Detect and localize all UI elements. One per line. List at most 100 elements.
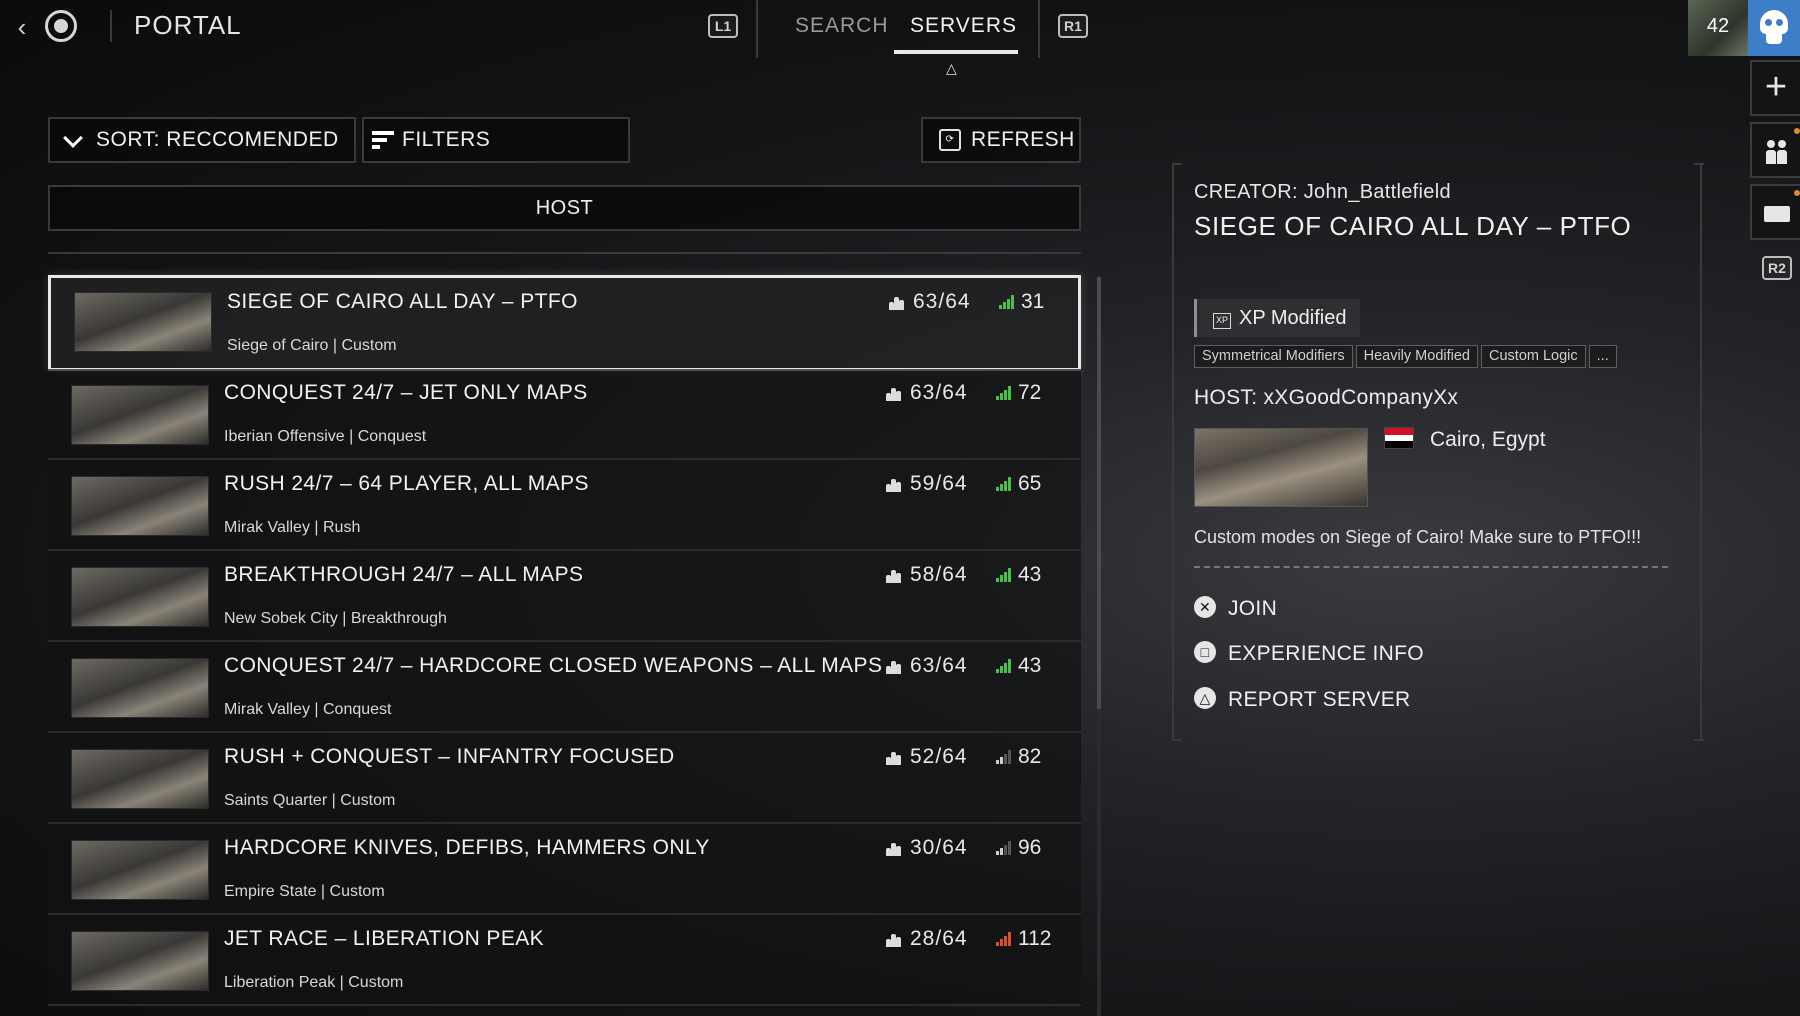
players-icon bbox=[886, 842, 901, 856]
filters-button[interactable]: FILTERS bbox=[362, 117, 630, 163]
players-icon bbox=[889, 296, 904, 310]
dashed-divider bbox=[1194, 566, 1668, 568]
ping-icon bbox=[996, 932, 1011, 946]
sort-dropdown[interactable]: SORT: RECCOMENDED bbox=[48, 117, 356, 163]
sort-label: SORT: RECCOMENDED bbox=[96, 128, 339, 151]
players-icon bbox=[886, 751, 901, 765]
more-tags[interactable]: ... bbox=[1588, 345, 1617, 368]
player-count: 63/64 bbox=[913, 290, 971, 313]
server-list: SIEGE OF CAIRO ALL DAY – PTFO Siege of C… bbox=[48, 275, 1081, 1006]
server-map-mode: Liberation Peak | Custom bbox=[224, 974, 404, 991]
caret-up-icon: △ bbox=[946, 60, 957, 76]
ping-icon bbox=[996, 659, 1011, 673]
ping-icon bbox=[996, 568, 1011, 582]
server-location: Cairo, Egypt bbox=[1430, 428, 1546, 451]
experience-info-action[interactable]: □ EXPERIENCE INFO bbox=[1194, 641, 1424, 666]
friends-button[interactable] bbox=[1750, 122, 1800, 178]
server-thumbnail bbox=[71, 385, 209, 445]
server-name: SIEGE OF CAIRO ALL DAY – PTFO bbox=[227, 290, 578, 313]
tab-divider bbox=[1038, 0, 1040, 58]
triangle-button-icon: △ bbox=[1194, 687, 1216, 709]
server-map-mode: Iberian Offensive | Conquest bbox=[224, 428, 427, 445]
server-row[interactable]: RUSH + CONQUEST – INFANTRY FOCUSED Saint… bbox=[48, 733, 1081, 824]
join-label: JOIN bbox=[1228, 597, 1278, 620]
player-count: 52/64 bbox=[910, 745, 968, 768]
server-map-mode: Saints Quarter | Custom bbox=[224, 792, 396, 809]
server-name: HARDCORE KNIVES, DEFIBS, HAMMERS ONLY bbox=[224, 836, 710, 859]
server-name: CONQUEST 24/7 – HARDCORE CLOSED WEAPONS … bbox=[224, 654, 883, 677]
refresh-label: REFRESH bbox=[971, 128, 1075, 151]
cross-button-icon: ✕ bbox=[1194, 596, 1216, 618]
server-name: JET RACE – LIBERATION PEAK bbox=[224, 927, 545, 950]
server-thumbnail bbox=[71, 749, 209, 809]
players-icon bbox=[886, 569, 901, 583]
server-row[interactable]: SIEGE OF CAIRO ALL DAY – PTFO Siege of C… bbox=[48, 275, 1081, 371]
server-thumbnail bbox=[71, 840, 209, 900]
ping-value: 72 bbox=[1018, 381, 1042, 404]
experience-info-label: EXPERIENCE INFO bbox=[1228, 642, 1424, 665]
refresh-button[interactable]: ⟳ REFRESH bbox=[921, 117, 1081, 163]
notification-dot bbox=[1794, 128, 1800, 134]
ping-icon bbox=[999, 295, 1014, 309]
server-thumbnail bbox=[71, 476, 209, 536]
scrollbar-thumb[interactable] bbox=[1097, 277, 1101, 709]
server-map-mode: Mirak Valley | Rush bbox=[224, 519, 361, 536]
r1-button-icon[interactable]: R1 bbox=[1058, 14, 1088, 38]
tab-search[interactable]: SEARCH bbox=[795, 14, 889, 38]
server-row[interactable]: RUSH 24/7 – 64 PLAYER, ALL MAPS Mirak Va… bbox=[48, 460, 1081, 551]
active-tab-indicator bbox=[894, 50, 1018, 54]
report-server-label: REPORT SERVER bbox=[1228, 688, 1411, 711]
divider bbox=[110, 10, 112, 42]
l1-button-icon[interactable]: L1 bbox=[708, 14, 738, 38]
players-icon bbox=[886, 933, 901, 947]
server-thumbnail bbox=[74, 292, 212, 352]
modifier-tags: Symmetrical Modifiers Heavily Modified C… bbox=[1194, 345, 1617, 368]
server-thumbnail bbox=[71, 658, 209, 718]
tab-divider bbox=[756, 0, 758, 58]
server-description: Custom modes on Siege of Cairo! Make sur… bbox=[1194, 527, 1642, 547]
xp-icon: XP bbox=[1213, 313, 1231, 329]
back-button[interactable]: ‹ bbox=[8, 12, 36, 42]
server-name: CONQUEST 24/7 – JET ONLY MAPS bbox=[224, 381, 588, 404]
players-icon bbox=[886, 387, 901, 401]
tab-servers[interactable]: SERVERS bbox=[910, 14, 1017, 38]
player-count: 58/64 bbox=[910, 563, 968, 586]
ping-value: 65 bbox=[1018, 472, 1042, 495]
friends-icon bbox=[1766, 140, 1788, 164]
egypt-flag-icon bbox=[1384, 427, 1414, 449]
creator-label: CREATOR: John_Battlefield bbox=[1194, 181, 1451, 203]
xp-modified-tag: XP XP Modified bbox=[1194, 299, 1361, 337]
square-button-icon: □ bbox=[1194, 641, 1216, 663]
ping-value: 31 bbox=[1021, 290, 1045, 313]
ping-value: 96 bbox=[1018, 836, 1042, 859]
server-name: RUSH 24/7 – 64 PLAYER, ALL MAPS bbox=[224, 472, 589, 495]
r2-button-icon[interactable]: R2 bbox=[1762, 256, 1792, 280]
server-row[interactable]: BREAKTHROUGH 24/7 – ALL MAPS New Sobek C… bbox=[48, 551, 1081, 642]
report-server-action[interactable]: △ REPORT SERVER bbox=[1194, 687, 1410, 712]
ping-value: 43 bbox=[1018, 654, 1042, 677]
messages-button[interactable] bbox=[1750, 184, 1800, 240]
server-name: RUSH + CONQUEST – INFANTRY FOCUSED bbox=[224, 745, 675, 768]
modifier-tag: Symmetrical Modifiers bbox=[1194, 345, 1353, 368]
profile-avatar[interactable] bbox=[1748, 0, 1800, 56]
server-map-mode: Mirak Valley | Conquest bbox=[224, 701, 392, 718]
ping-icon bbox=[996, 477, 1011, 491]
xp-label: XP Modified bbox=[1239, 307, 1347, 329]
ping-value: 43 bbox=[1018, 563, 1042, 586]
modifier-tag: Custom Logic bbox=[1481, 345, 1586, 368]
server-row[interactable]: CONQUEST 24/7 – HARDCORE CLOSED WEAPONS … bbox=[48, 642, 1081, 733]
server-row[interactable]: JET RACE – LIBERATION PEAK Liberation Pe… bbox=[48, 915, 1081, 1006]
server-row[interactable]: CONQUEST 24/7 – JET ONLY MAPS Iberian Of… bbox=[48, 369, 1081, 460]
map-preview-image bbox=[1194, 428, 1368, 507]
add-button[interactable]: + bbox=[1750, 60, 1800, 116]
page-title: PORTAL bbox=[134, 10, 242, 40]
player-rank-badge[interactable]: 42 bbox=[1688, 0, 1748, 56]
server-map-mode: Siege of Cairo | Custom bbox=[227, 337, 397, 354]
ping-value: 112 bbox=[1018, 927, 1052, 950]
players-icon bbox=[886, 660, 901, 674]
server-row[interactable]: HARDCORE KNIVES, DEFIBS, HAMMERS ONLY Em… bbox=[48, 824, 1081, 915]
join-action[interactable]: ✕ JOIN bbox=[1194, 596, 1277, 621]
host-button[interactable]: HOST bbox=[48, 185, 1081, 231]
notification-dot bbox=[1794, 190, 1800, 196]
modifier-tag: Heavily Modified bbox=[1355, 345, 1478, 368]
